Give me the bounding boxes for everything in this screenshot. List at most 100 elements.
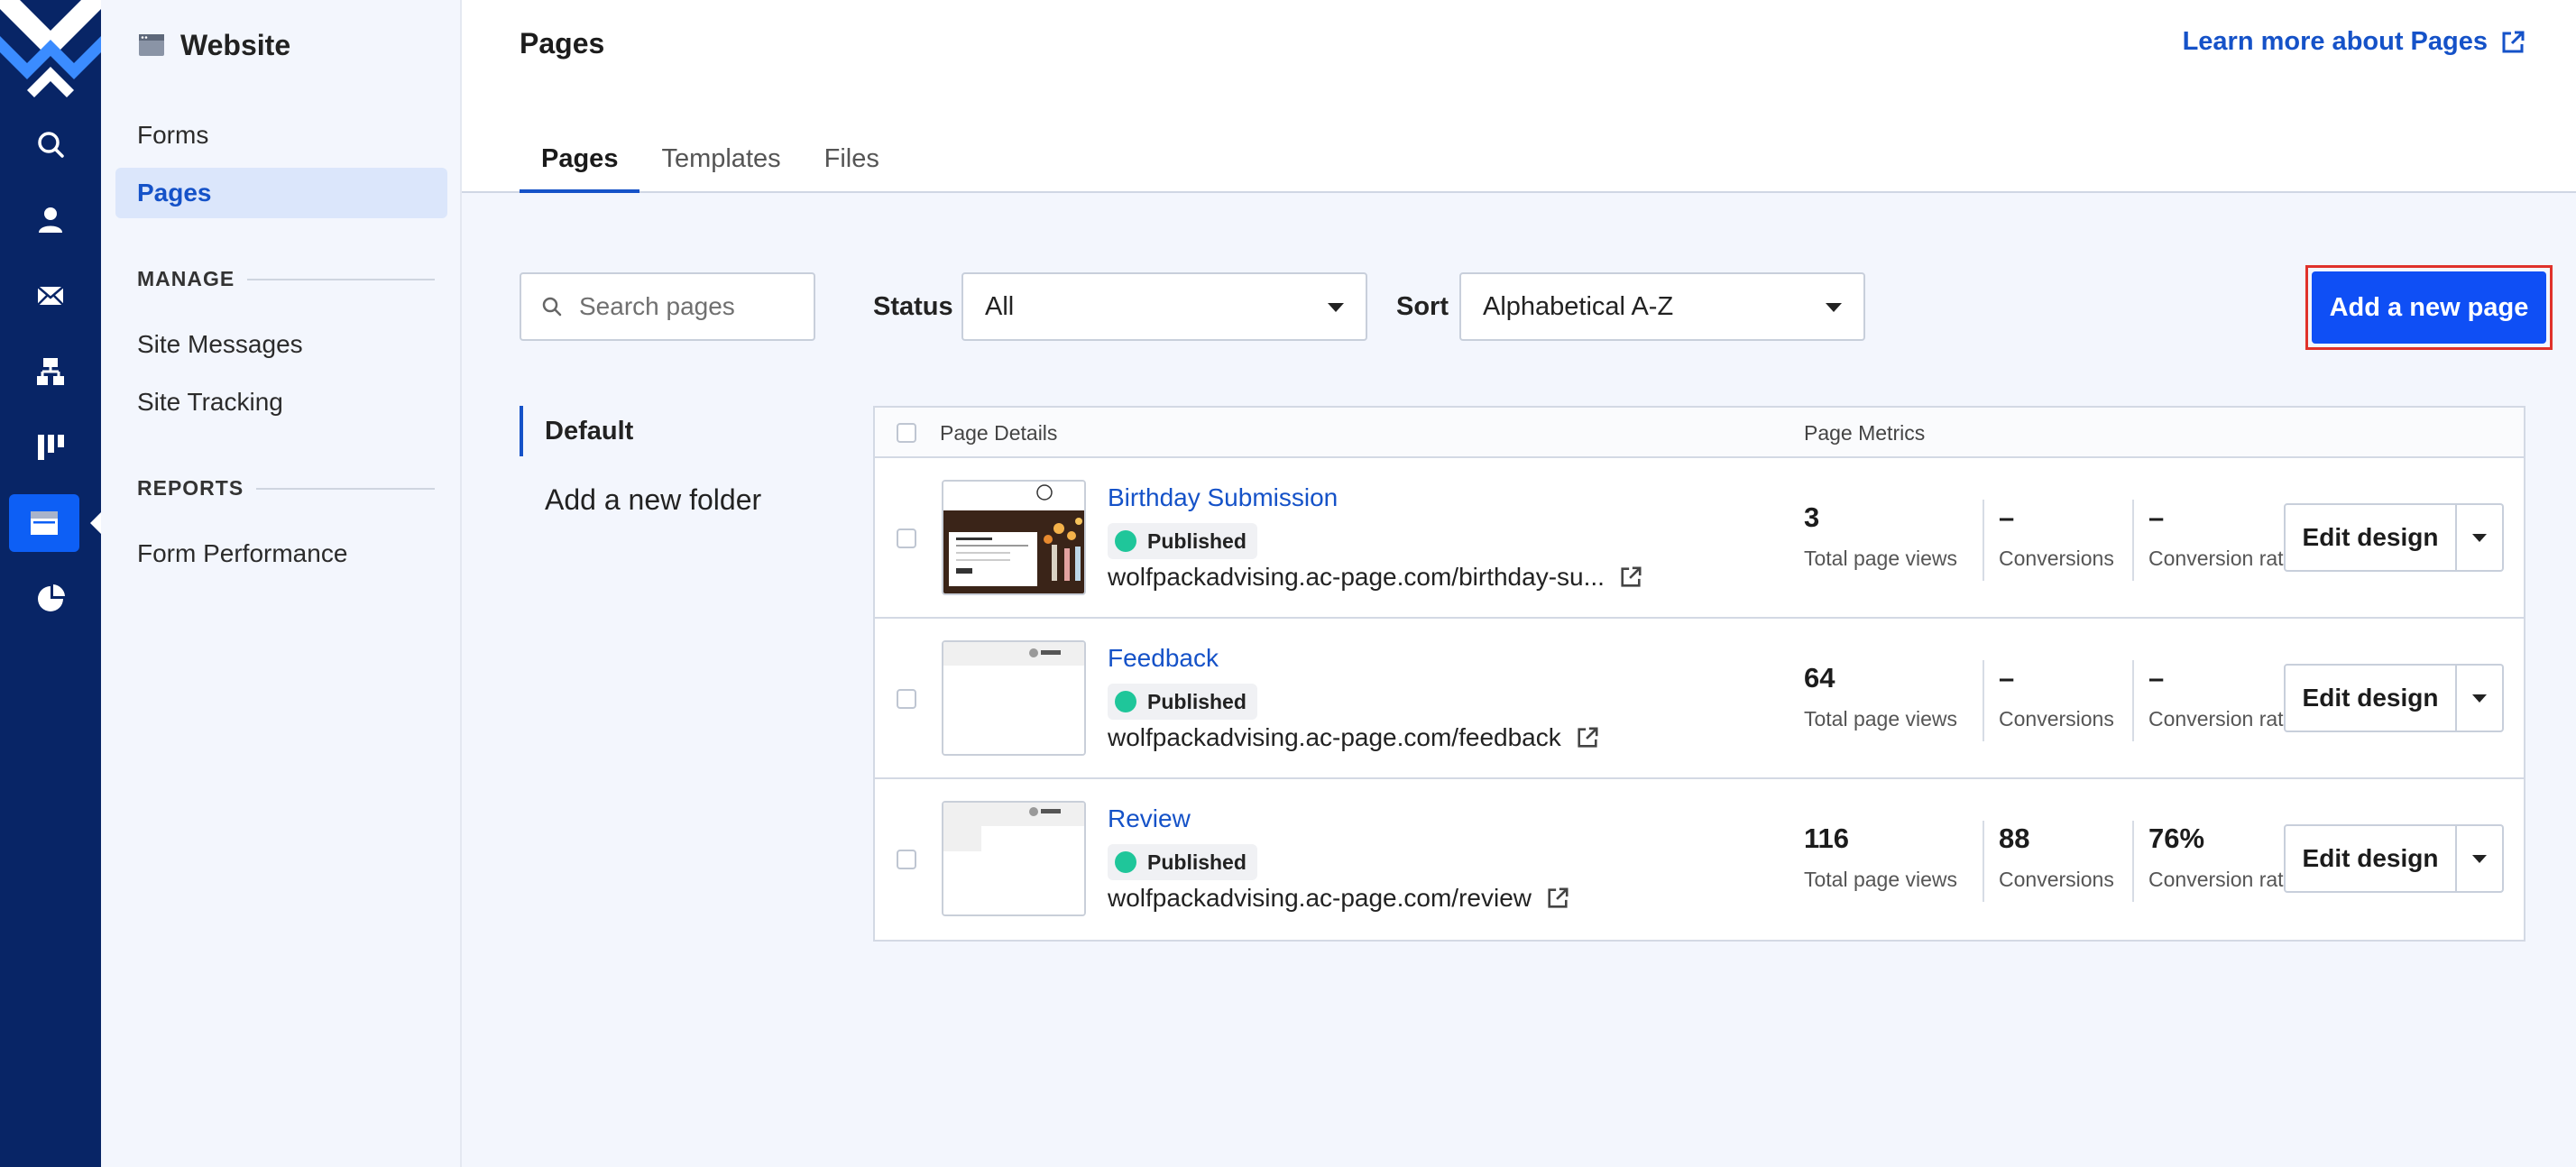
reports-heading: REPORTS — [137, 476, 435, 501]
tab-templates[interactable]: Templates — [639, 135, 802, 193]
status-badge: Published — [1108, 523, 1257, 559]
page-title-link[interactable]: Birthday Submission — [1108, 483, 1338, 512]
learn-more-link[interactable]: Learn more about Pages — [2183, 27, 2525, 57]
row-checkbox[interactable] — [897, 689, 916, 709]
pipeline-icon[interactable] — [22, 418, 79, 476]
reports-icon[interactable] — [22, 570, 79, 628]
search-box[interactable] — [520, 272, 815, 341]
section-divider — [256, 487, 435, 490]
metric-value: – — [2148, 501, 2165, 533]
metric-value: 64 — [1804, 662, 1835, 694]
add-new-page-button[interactable]: Add a new page — [2312, 271, 2546, 344]
sidebar-item-label: Site Messages — [137, 330, 303, 358]
metric-divider — [2132, 821, 2134, 902]
page-title-link[interactable]: Feedback — [1108, 644, 1219, 673]
status-badge: Published — [1108, 684, 1257, 720]
metric-label: Conversions — [1999, 707, 2114, 731]
page-thumbnail[interactable] — [942, 801, 1086, 916]
add-folder-link[interactable]: Add a new folder — [545, 483, 761, 517]
metric-label: Conversion rate — [2148, 868, 2295, 891]
edit-design-button[interactable]: Edit design — [2284, 824, 2457, 893]
metric-divider — [1983, 821, 1984, 902]
page-url: wolfpackadvising.ac-page.com/feedback — [1108, 723, 1599, 752]
metric-label: Total page views — [1804, 707, 1958, 731]
edit-design-group: Edit design — [2284, 664, 2504, 732]
external-link-icon — [2502, 31, 2525, 52]
status-select[interactable]: All — [961, 272, 1367, 341]
external-link-icon[interactable] — [1576, 726, 1599, 749]
metric-value: 3 — [1804, 501, 1820, 533]
search-input[interactable] — [579, 292, 796, 321]
table-row: Birthday Submission Published wolfpackad… — [875, 458, 2524, 619]
status-select-value: All — [985, 291, 1015, 321]
sidebar-item-site-tracking[interactable]: Site Tracking — [115, 377, 447, 427]
sidebar-item-label: Forms — [137, 121, 209, 149]
metric-divider — [2132, 660, 2134, 741]
row-checkbox[interactable] — [897, 850, 916, 869]
contacts-icon[interactable] — [22, 191, 79, 249]
section-label: MANAGE — [137, 267, 235, 290]
select-all-checkbox[interactable] — [897, 423, 916, 443]
edit-options-dropdown[interactable] — [2457, 824, 2504, 893]
metric-label: Total page views — [1804, 547, 1958, 570]
edit-options-dropdown[interactable] — [2457, 664, 2504, 732]
manage-heading: MANAGE — [137, 267, 435, 291]
status-label: Status — [873, 292, 953, 321]
page-thumbnail[interactable] — [942, 640, 1086, 756]
table-row: Feedback Published wolfpackadvising.ac-p… — [875, 619, 2524, 779]
add-page-highlight: Add a new page — [2305, 265, 2553, 350]
page-url-text: wolfpackadvising.ac-page.com/birthday-su… — [1108, 563, 1605, 591]
metric-rate: – Conversion rate — [2148, 662, 2295, 731]
column-page-metrics: Page Metrics — [1804, 421, 1926, 445]
external-link-icon[interactable] — [1546, 887, 1569, 910]
automation-icon[interactable] — [22, 343, 79, 400]
icon-rail — [0, 0, 103, 1167]
sort-select[interactable]: Alphabetical A-Z — [1459, 272, 1865, 341]
published-dot-icon — [1115, 851, 1136, 873]
column-page-details: Page Details — [940, 421, 1058, 445]
page-title-link[interactable]: Review — [1108, 804, 1191, 833]
metric-rate: 76% Conversion rate — [2148, 822, 2295, 892]
metric-views: 116 Total page views — [1804, 822, 1957, 892]
sidebar-item-pages[interactable]: Pages — [115, 168, 447, 218]
website-sidebar: Website Forms Pages MANAGE Site Messages… — [101, 0, 462, 1167]
status-label: Published — [1147, 850, 1247, 874]
external-link-icon[interactable] — [1619, 565, 1642, 589]
sidebar-item-forms[interactable]: Forms — [115, 110, 447, 161]
section-divider — [247, 278, 435, 280]
metric-views: 64 Total page views — [1804, 662, 1957, 731]
status-label: Published — [1147, 689, 1247, 713]
chevron-down-icon — [1328, 303, 1344, 312]
table-header: Page Details Page Metrics — [875, 408, 2524, 458]
published-dot-icon — [1115, 691, 1136, 712]
row-checkbox[interactable] — [897, 528, 916, 548]
page-url-text: wolfpackadvising.ac-page.com/review — [1108, 884, 1532, 912]
page-title: Pages — [520, 27, 605, 60]
logo-icon[interactable] — [0, 0, 101, 101]
tab-pages[interactable]: Pages — [520, 135, 640, 193]
metric-value: – — [1999, 501, 2015, 533]
published-dot-icon — [1115, 530, 1136, 552]
tab-files[interactable]: Files — [803, 135, 901, 193]
edit-options-dropdown[interactable] — [2457, 503, 2504, 572]
section-label: REPORTS — [137, 476, 244, 500]
main-content: Status All Sort Alphabetical A-Z Add a n… — [462, 193, 2576, 1167]
page-url: wolfpackadvising.ac-page.com/birthday-su… — [1108, 563, 1642, 592]
metric-label: Conversions — [1999, 868, 2114, 891]
sidebar-item-label: Form Performance — [137, 539, 348, 567]
metric-label: Conversion rate — [2148, 547, 2295, 570]
sidebar-item-site-messages[interactable]: Site Messages — [115, 319, 447, 370]
page-thumbnail[interactable] — [942, 480, 1086, 595]
edit-design-button[interactable]: Edit design — [2284, 503, 2457, 572]
sidebar-item-form-performance[interactable]: Form Performance — [115, 528, 447, 579]
sidebar-title-label: Website — [180, 28, 291, 61]
edit-design-group: Edit design — [2284, 824, 2504, 893]
search-icon[interactable] — [22, 115, 79, 173]
tab-bar: Pages Templates Files — [520, 135, 901, 193]
edit-design-button[interactable]: Edit design — [2284, 664, 2457, 732]
email-icon[interactable] — [22, 267, 79, 325]
folder-default[interactable]: Default — [520, 406, 790, 456]
website-icon[interactable] — [9, 494, 79, 552]
metric-label: Conversion rate — [2148, 707, 2295, 731]
metric-conversions: – Conversions — [1999, 662, 2114, 731]
